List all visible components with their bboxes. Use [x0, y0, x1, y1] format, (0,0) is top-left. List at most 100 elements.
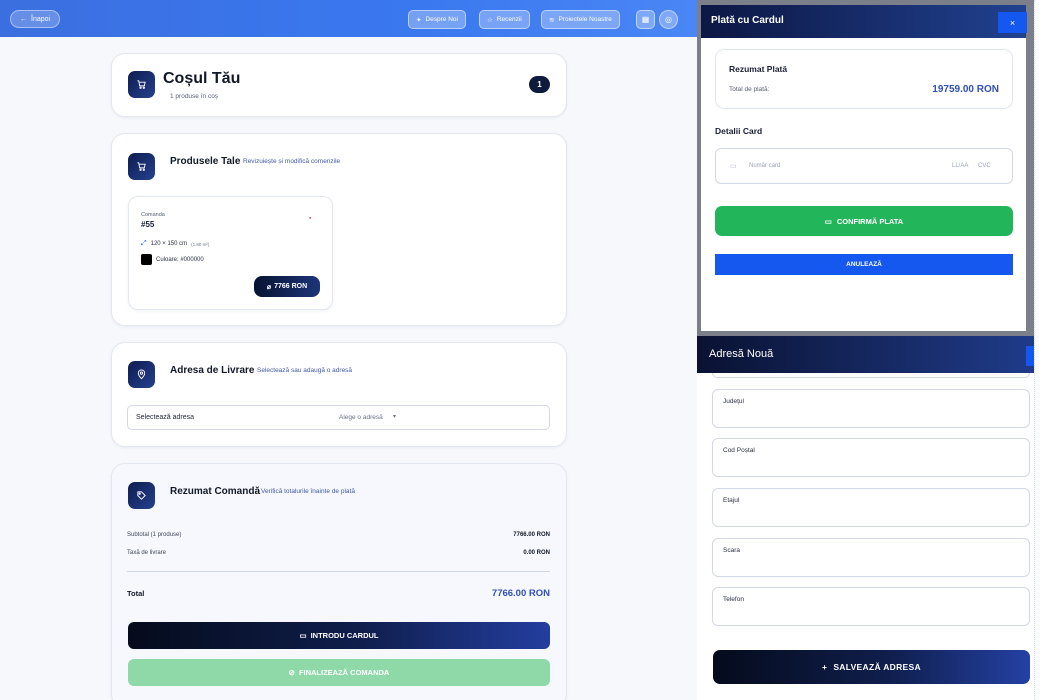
nav-projects-button[interactable]: ≋ Proiectele Noastre	[541, 10, 620, 29]
address-select-label: Selectează adresa	[136, 414, 194, 421]
nav-projects-label: Proiectele Noastre	[558, 16, 612, 23]
cancel-button[interactable]: ANULEAZĂ	[715, 254, 1013, 275]
close-button[interactable]: ×	[998, 12, 1027, 33]
save-address-button[interactable]: + SALVEAZĂ ADRESA	[713, 650, 1030, 684]
arrow-left-icon: ←	[20, 15, 27, 23]
settings-icon: ◎	[665, 15, 672, 24]
grid-menu-button[interactable]: ▦	[636, 10, 655, 29]
delivery-icon-box	[128, 361, 155, 388]
dimensions-text: 120 × 150 cm	[150, 241, 188, 247]
cart-icon	[137, 162, 146, 171]
price-text: 7766 RON	[274, 283, 308, 290]
address-modal: Adresă Nouă Județul Cod Poștal Etajul Sc…	[697, 336, 1034, 700]
address-modal-title: Adresă Nouă	[709, 348, 774, 360]
check-circle-icon: ⊘	[288, 668, 295, 677]
page-edge	[1034, 0, 1039, 700]
cart-header-card: Coșul Tău 1 produse în coș	[111, 53, 567, 117]
address-select-value: Alege o adresă	[339, 414, 383, 421]
subtotal-label: Subtotal (1 produse)	[127, 532, 182, 538]
tag-icon	[137, 491, 146, 500]
delivery-subtitle: Selectează sau adaugă o adresă	[257, 367, 353, 374]
layers-icon: ≋	[549, 16, 555, 24]
cancel-label: ANULEAZĂ	[846, 261, 882, 268]
card-details-title: Detalii Card	[715, 126, 763, 136]
cvc-placeholder: CVC	[978, 163, 991, 169]
credit-card-icon: ▭	[824, 216, 832, 226]
payment-modal-header: Plată cu Cardul ×	[701, 5, 1027, 38]
subtotal-row: Subtotal (1 produse) 7766.00 RON	[127, 532, 550, 538]
phone-label: Telefon	[723, 596, 744, 603]
address-select[interactable]: Selectează adresa Alege o adresă ▾	[127, 405, 550, 430]
cart-title: Coșul Tău	[163, 70, 241, 87]
shipping-label: Taxă de livrare	[127, 550, 167, 556]
card-icon: ▭	[730, 163, 737, 170]
products-title: Produsele Tale	[170, 156, 241, 167]
shipping-value: 0.00 RON	[523, 550, 550, 556]
summary-subtitle: Verifică totalurile înainte de plată	[261, 488, 355, 495]
card-input-field[interactable]: ▭ Număr card LL/AA CVC	[715, 148, 1013, 184]
area-text: (1.80 m²)	[191, 241, 210, 247]
payment-summary-box: Rezumat Plată Total de plată: 19759.00 R…	[715, 49, 1013, 109]
order-number: #55	[141, 220, 155, 229]
payment-summary-title: Rezumat Plată	[729, 64, 788, 74]
postal-code-label: Cod Poștal	[723, 447, 755, 454]
people-icon: ✦	[416, 16, 422, 24]
nav-reviews-label: Recenzii	[496, 16, 522, 23]
summary-title: Rezumat Comandă	[170, 486, 261, 497]
profile-button[interactable]: ◎	[659, 10, 678, 29]
address-modal-header: Adresă Nouă	[697, 336, 1034, 373]
total-row: Total 7766.00 RON	[127, 588, 550, 599]
cart-count-text: 1 produse în coș	[170, 93, 219, 100]
save-address-label: SALVEAZĂ ADRESA	[833, 662, 921, 672]
top-navbar: ← Înapoi ✦ Despre Noi ☆ Recenzii ≋ Proie…	[0, 0, 697, 37]
delivery-title: Adresa de Livrare	[170, 365, 255, 376]
color-text: Culoare: #000000	[156, 256, 204, 263]
enter-card-button[interactable]: ▭ INTRODU CARDUL	[128, 622, 550, 649]
payment-modal-title: Plată cu Cardul	[711, 15, 784, 26]
delivery-card: Adresa de Livrare Selectează sau adaugă …	[111, 342, 567, 447]
shipping-row: Taxă de livrare 0.00 RON	[127, 550, 550, 556]
cart-icon-box	[128, 71, 155, 98]
order-label: Comanda	[141, 212, 165, 218]
cart-count-badge: 1	[529, 76, 550, 93]
confirm-payment-button[interactable]: ▭ CONFIRMĂ PLATA	[715, 206, 1013, 236]
staircase-label: Scara	[723, 547, 740, 554]
confirm-payment-label: CONFIRMĂ PLATA	[836, 216, 904, 226]
grid-icon: ▦	[641, 15, 650, 24]
postal-code-field[interactable]: Cod Poștal	[712, 438, 1030, 477]
products-icon-box	[128, 153, 155, 180]
total-label: Total	[127, 589, 145, 598]
back-label: Înapoi	[31, 15, 51, 23]
floor-field[interactable]: Etajul	[712, 488, 1030, 527]
payment-modal: Plată cu Cardul × Rezumat Plată Total de…	[701, 5, 1027, 331]
star-icon: ☆	[487, 16, 493, 24]
tag-icon: ⌀	[266, 283, 272, 291]
cart-icon	[137, 80, 146, 89]
finalize-order-button[interactable]: ⊘ FINALIZEAZĂ COMANDA	[128, 659, 550, 686]
delete-icon[interactable]: ▪	[309, 215, 311, 222]
credit-card-icon: ▭	[299, 631, 307, 640]
price-pill: ⌀ 7766 RON	[254, 276, 320, 297]
back-button[interactable]: ← Înapoi	[10, 10, 61, 28]
location-pin-icon	[137, 369, 146, 380]
prev-field-edge	[712, 373, 1030, 378]
enter-card-label: INTRODU CARDUL	[310, 631, 379, 640]
dimensions-row: ⤢ 120 × 150 cm (1.80 m²)	[141, 240, 209, 248]
phone-field[interactable]: Telefon	[712, 587, 1030, 626]
floor-label: Etajul	[723, 497, 740, 504]
color-swatch	[141, 254, 152, 265]
county-field[interactable]: Județul	[712, 389, 1030, 428]
staircase-field[interactable]: Scara	[712, 538, 1030, 577]
chevron-down-icon: ▾	[393, 414, 397, 420]
payment-modal-backdrop: Plată cu Cardul × Rezumat Plată Total de…	[697, 0, 1034, 336]
address-close-button[interactable]	[1026, 346, 1034, 366]
nav-about-button[interactable]: ✦ Despre Noi	[408, 10, 466, 29]
cart-page: ← Înapoi ✦ Despre Noi ☆ Recenzii ≋ Proie…	[0, 0, 697, 700]
close-icon: ×	[1009, 17, 1016, 28]
payment-total-label: Total de plată:	[729, 86, 770, 93]
card-number-placeholder: Număr card	[749, 163, 781, 169]
nav-reviews-button[interactable]: ☆ Recenzii	[479, 10, 530, 29]
finalize-order-label: FINALIZEAZĂ COMANDA	[298, 668, 390, 677]
payment-total-value: 19759.00 RON	[932, 84, 999, 95]
expiry-placeholder: LL/AA	[952, 163, 969, 169]
